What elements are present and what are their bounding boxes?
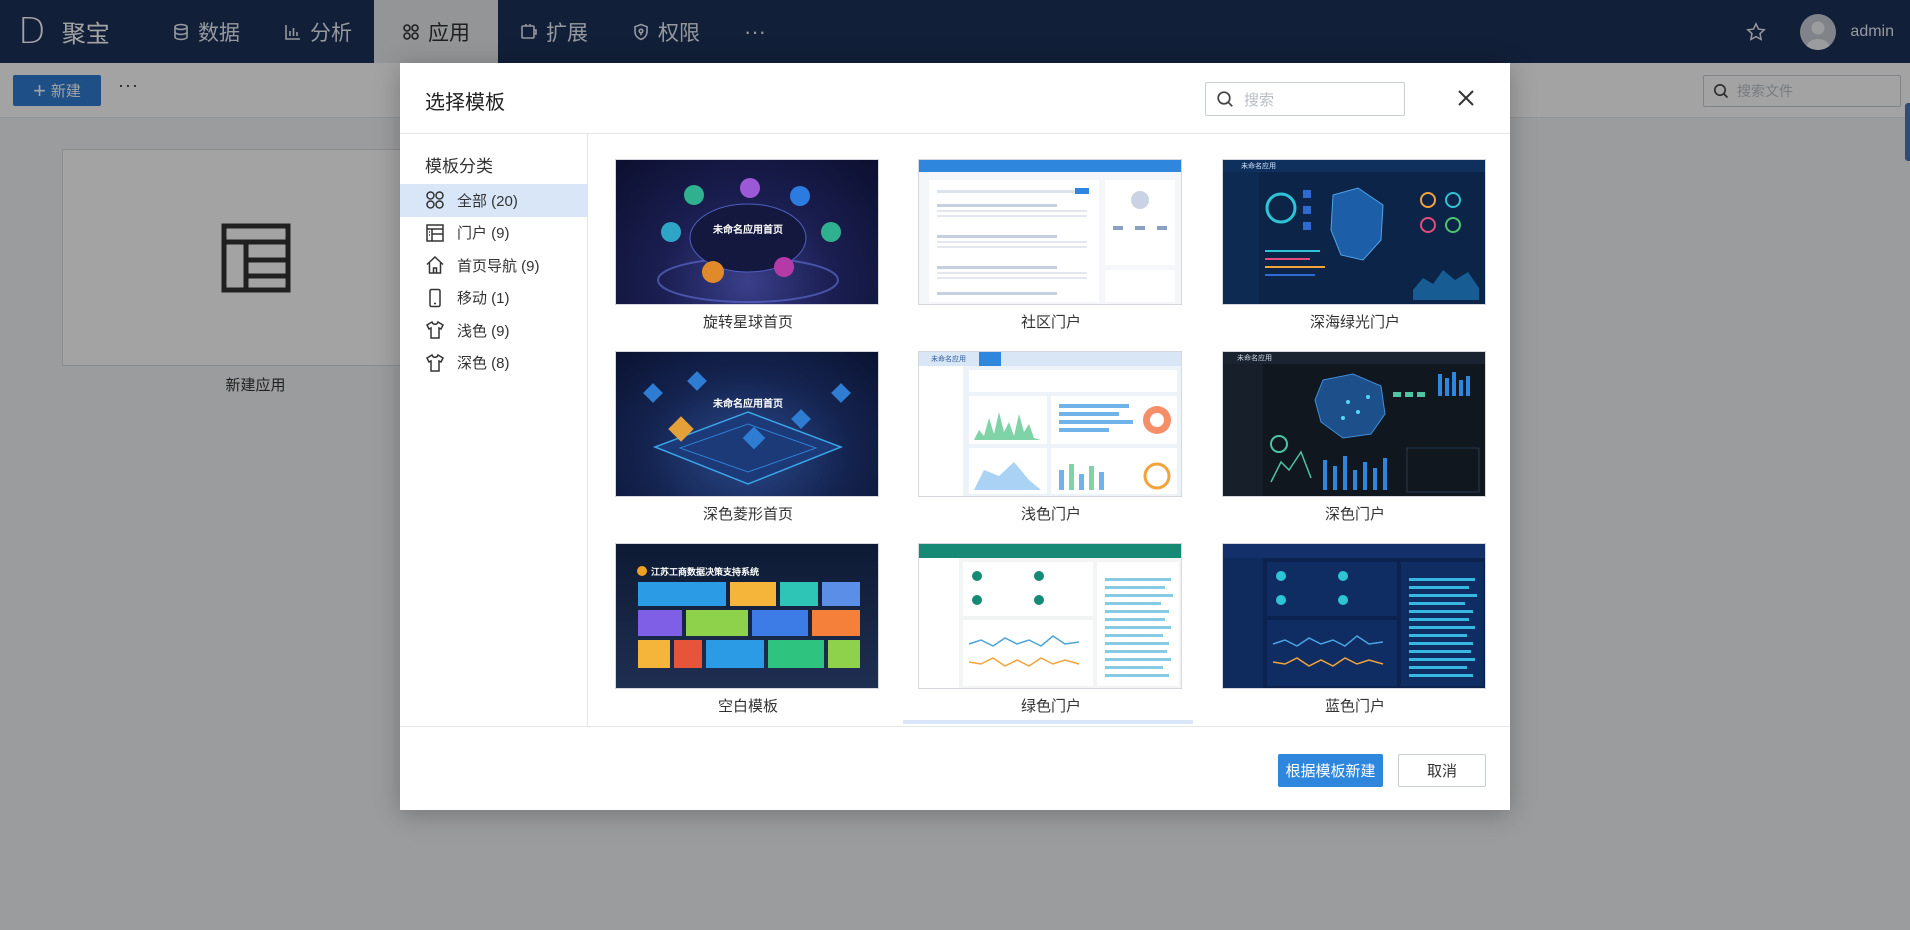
create-from-template-button[interactable]: 根据模板新建 xyxy=(1278,754,1383,787)
category-label: 全部 (20) xyxy=(457,192,518,210)
template-card-blue-portal[interactable]: 蓝色门户 xyxy=(1222,543,1488,716)
thumbnail-title: 未命名应用 xyxy=(1237,355,1272,362)
thumbnail-title: 未命名应用 xyxy=(1241,163,1276,170)
template-label: 深色菱形首页 xyxy=(702,506,793,523)
category-mobile[interactable]: 移动 (1) xyxy=(400,282,588,315)
template-thumbnail: 未命名应用 xyxy=(1222,159,1486,305)
template-thumbnail: 江苏工商数据决策支持系统 xyxy=(615,543,879,689)
close-icon[interactable] xyxy=(1455,87,1477,109)
template-card-dark-portal[interactable]: 未命名应用 深色门户 xyxy=(1222,351,1488,524)
shirt-icon xyxy=(425,353,445,373)
thumbnail-title: 未命名应用首页 xyxy=(713,399,783,410)
template-thumbnail: 未命名应用首页 xyxy=(615,351,879,497)
template-label: 深色门户 xyxy=(1324,506,1385,523)
template-thumbnail xyxy=(1222,543,1486,689)
thumbnail-title: 未命名应用 xyxy=(931,356,966,363)
category-dark[interactable]: 深色 (8) xyxy=(400,347,588,380)
template-thumbnail xyxy=(918,543,1182,689)
portal-icon xyxy=(425,223,445,243)
home-icon xyxy=(425,255,445,275)
category-title: 模板分类 xyxy=(425,157,493,176)
template-card-green-portal[interactable]: 绿色门户 xyxy=(918,543,1184,716)
shirt-icon xyxy=(425,320,445,340)
template-search-input[interactable]: 搜索 xyxy=(1205,82,1405,116)
thumbnail-title: 江苏工商数据决策支持系统 xyxy=(651,567,760,577)
category-portal[interactable]: 门户 (9) xyxy=(400,217,588,250)
template-label: 社区门户 xyxy=(1020,314,1081,331)
category-label: 门户 (9) xyxy=(457,225,510,243)
mobile-icon xyxy=(425,288,445,308)
thumbnail-title: 未命名应用首页 xyxy=(713,225,783,236)
template-thumbnail: 未命名应用 xyxy=(918,351,1182,497)
dialog-header: 选择模板 搜索 xyxy=(400,63,1510,134)
template-card-community-portal[interactable]: 社区门户 xyxy=(918,159,1184,332)
template-label: 蓝色门户 xyxy=(1324,698,1385,715)
template-thumbnail: 未命名应用首页 xyxy=(615,159,879,305)
category-label: 深色 (8) xyxy=(457,355,510,373)
template-card-blank[interactable]: 江苏工商数据决策支持系统 空白模板 xyxy=(615,543,881,716)
dialog-title: 选择模板 xyxy=(425,92,505,114)
template-card-rotating-planet[interactable]: 未命名应用首页 旋转星球首页 xyxy=(615,159,881,332)
cancel-button[interactable]: 取消 xyxy=(1398,754,1486,787)
grid-scroll-indicator[interactable] xyxy=(903,720,1193,724)
search-icon xyxy=(1217,91,1233,107)
apps-icon xyxy=(425,190,445,210)
category-light[interactable]: 浅色 (9) xyxy=(400,314,588,347)
category-sidebar: 模板分类 全部 (20) 门户 (9) 首页导航 (9) 移动 (1) 浅色 (… xyxy=(400,134,588,726)
template-card-deep-sea-portal[interactable]: 未命名应用 深海绿光门户 xyxy=(1222,159,1488,332)
template-card-dark-diamond[interactable]: 未命名应用首页 深色菱形首页 xyxy=(615,351,881,524)
category-label: 首页导航 (9) xyxy=(457,257,540,275)
template-label: 空白模板 xyxy=(717,698,778,715)
template-card-light-portal[interactable]: 未命名应用 浅色门户 xyxy=(918,351,1184,524)
category-label: 移动 (1) xyxy=(457,290,510,308)
template-label: 浅色门户 xyxy=(1020,506,1081,523)
category-list: 全部 (20) 门户 (9) 首页导航 (9) 移动 (1) 浅色 (9) 深色… xyxy=(400,184,588,379)
category-home-nav[interactable]: 首页导航 (9) xyxy=(400,249,588,282)
template-search-placeholder: 搜索 xyxy=(1244,91,1275,109)
template-thumbnail xyxy=(918,159,1182,305)
template-label: 绿色门户 xyxy=(1020,698,1081,715)
template-thumbnail: 未命名应用 xyxy=(1222,351,1486,497)
category-label: 浅色 (9) xyxy=(457,322,510,340)
template-dialog: 选择模板 搜索 模板分类 全部 (20) 门户 (9) 首页导航 (9) 移动 … xyxy=(400,63,1510,810)
category-all[interactable]: 全部 (20) xyxy=(400,184,588,217)
template-label: 深海绿光门户 xyxy=(1309,314,1400,331)
template-grid: 未命名应用首页 旋转星球首页 社区门户 未命名应用 深海绿光门户 未命名应用首页… xyxy=(588,134,1510,726)
template-label: 旋转星球首页 xyxy=(702,314,793,331)
